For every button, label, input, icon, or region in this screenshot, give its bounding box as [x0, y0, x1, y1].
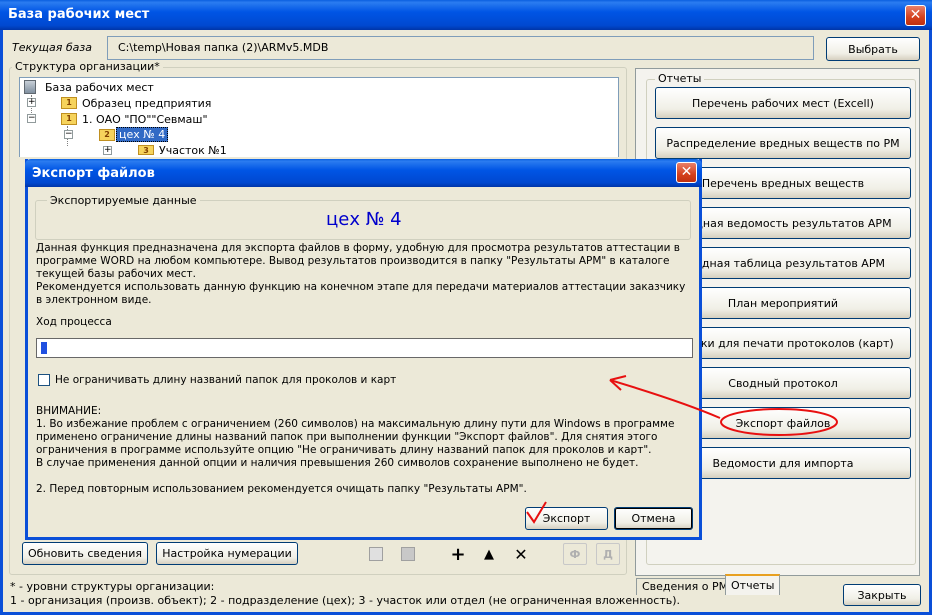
warning-1: 1. Во избежание проблем с ограничением (… — [36, 418, 675, 456]
expand-plus-icon[interactable]: + — [103, 146, 112, 155]
folder-level-1-icon: 1 — [61, 113, 77, 125]
save-icon[interactable] — [396, 543, 420, 565]
dialog-close-button[interactable]: ✕ — [676, 162, 697, 183]
move-up-icon[interactable]: ▲ — [477, 543, 501, 565]
warning-1b: В случае применения данной опции и налич… — [36, 457, 639, 469]
tab-reports[interactable]: Отчеты — [725, 574, 781, 595]
expand-plus-icon[interactable]: + — [27, 98, 36, 107]
select-button[interactable]: Выбрать — [826, 37, 920, 61]
refresh-button[interactable]: Обновить сведения — [22, 542, 148, 565]
main-title: База рабочих мест — [8, 7, 150, 22]
close-button[interactable]: Закрыть — [843, 584, 921, 606]
copy-icon[interactable] — [364, 543, 388, 565]
report-button[interactable]: Перечень рабочих мест (Excell) — [655, 87, 911, 119]
f-icon[interactable]: Ф — [563, 543, 587, 565]
collapse-minus-icon[interactable]: − — [27, 114, 36, 123]
delete-icon[interactable]: ✕ — [509, 543, 533, 565]
tree-item-label[interactable]: Участок №1 — [159, 144, 227, 157]
dialog-title-bar: Экспорт файлов ✕ — [25, 159, 702, 187]
tab-info[interactable]: Сведения о РМ — [636, 578, 735, 595]
progress-fill — [41, 342, 48, 354]
report-button[interactable]: Распределение вредных веществ по РМ — [655, 127, 911, 159]
close-icon: ✕ — [680, 164, 693, 180]
main-close-button[interactable]: ✕ — [905, 5, 926, 26]
description-text: Данная функция предназначена для экспорт… — [36, 242, 686, 307]
d-icon[interactable]: Д — [596, 543, 620, 565]
main-title-bar: База рабочих мест ✕ — [0, 0, 932, 30]
no-limit-checkbox[interactable] — [38, 374, 50, 386]
description-body: Данная функция предназначена для экспорт… — [36, 242, 680, 280]
dialog-title: Экспорт файлов — [32, 166, 155, 181]
numbering-settings-button[interactable]: Настройка нумерации — [156, 542, 298, 565]
tree-item-selected[interactable]: цех № 4 — [116, 127, 169, 142]
no-limit-checkbox-label[interactable]: Не ограничивать длину названий папок для… — [55, 374, 396, 386]
recommendation-text: Рекомендуется использовать данную функци… — [36, 281, 686, 306]
folder-level-1-icon: 1 — [61, 97, 77, 109]
progress-bar — [36, 338, 693, 358]
database-icon — [24, 80, 36, 94]
tree-root-label: База рабочих мест — [45, 81, 154, 94]
warning-title: ВНИМАНИЕ: — [36, 405, 102, 417]
reports-label: Отчеты — [655, 72, 705, 85]
cancel-button[interactable]: Отмена — [614, 507, 693, 530]
structure-label: Структура организации* — [12, 60, 163, 73]
current-base-label: Текущая база — [12, 41, 92, 54]
footnote-line-1: * - уровни структуры организации: — [10, 580, 215, 593]
add-icon[interactable]: + — [446, 543, 470, 565]
export-button[interactable]: Экспорт — [525, 507, 608, 530]
footnote-line-2: 1 - организация (произв. объект); 2 - по… — [10, 594, 681, 607]
exported-name: цех № 4 — [326, 209, 402, 230]
tree-item-label[interactable]: 1. ОАО "ПО""Севмаш" — [82, 113, 208, 126]
folder-level-3-icon: 3 — [138, 145, 154, 155]
folder-level-2-icon: 2 — [99, 129, 115, 141]
exported-data-label: Экспортируемые данные — [47, 194, 200, 207]
collapse-minus-icon[interactable]: − — [64, 130, 73, 139]
close-icon: ✕ — [909, 7, 922, 23]
current-base-path: C:\temp\Новая папка (2)\ARMv5.MDB — [107, 36, 814, 60]
warning-2: 2. Перед повторным использованием рекоме… — [36, 483, 527, 495]
tree-item-label[interactable]: Образец предприятия — [82, 97, 211, 110]
warning-text: ВНИМАНИЕ: 1. Во избежание проблем с огра… — [36, 405, 686, 496]
progress-label: Ход процесса — [36, 316, 112, 328]
